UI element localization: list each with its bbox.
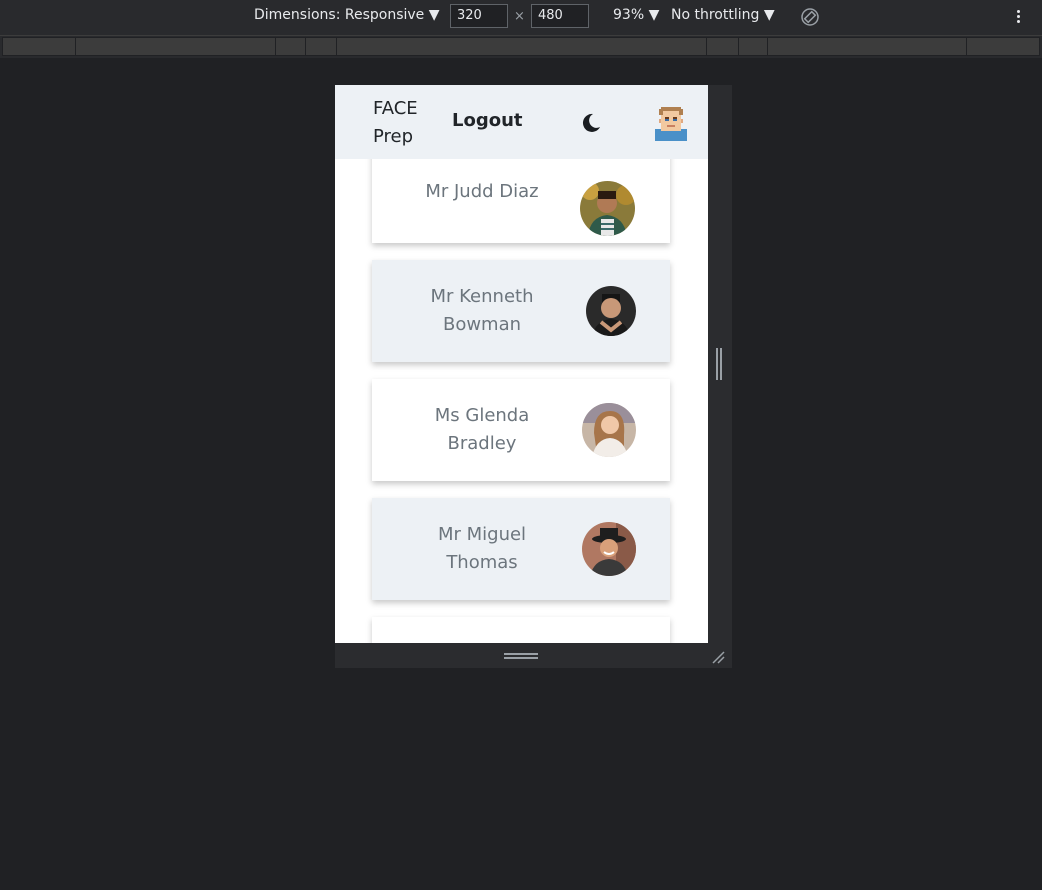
devtools-device-toolbar: Dimensions: Responsive ▼ 320 × 480 93% ▼… [0, 0, 1042, 36]
ruler-segment[interactable] [305, 37, 337, 56]
brand-line-1: FACE [373, 98, 418, 119]
dimensions-dropdown[interactable]: Dimensions: Responsive ▼ [254, 7, 440, 23]
user-name: Mr Kenneth Bowman [430, 286, 534, 335]
list-item[interactable]: Mr Miguel Thomas [372, 498, 670, 600]
rotate-icon[interactable] [800, 7, 820, 27]
width-input[interactable]: 320 [450, 4, 508, 28]
ruler-segment[interactable] [738, 37, 768, 56]
device-resize-handle-right[interactable] [708, 85, 732, 643]
brand-line-2: Prep [373, 126, 414, 147]
resize-corner-icon[interactable] [710, 649, 726, 665]
profile-photo[interactable] [586, 286, 636, 336]
profile-photo[interactable] [582, 403, 636, 457]
list-item[interactable] [372, 617, 670, 643]
throttling-dropdown[interactable]: No throttling ▼ [671, 7, 775, 23]
zoom-dropdown[interactable]: 93% ▼ [613, 7, 659, 23]
ruler-segment[interactable] [75, 37, 276, 56]
profile-photo[interactable] [582, 522, 636, 576]
ruler-segment[interactable] [966, 37, 1040, 56]
app-navbar: FACE Prep Logout [335, 85, 708, 159]
list-item[interactable]: Mr Kenneth Bowman [372, 260, 670, 362]
list-item[interactable]: Ms Glenda Bradley [372, 379, 670, 481]
ruler-segment[interactable] [275, 37, 306, 56]
logout-link[interactable]: Logout [452, 110, 523, 131]
user-name: Mr Miguel Thomas [437, 524, 527, 573]
ruler-segment[interactable] [2, 37, 76, 56]
more-vert-icon[interactable] [1012, 8, 1024, 28]
dimension-separator: × [514, 9, 525, 24]
ruler-segment[interactable] [336, 37, 707, 56]
grip-icon [716, 348, 722, 380]
height-input[interactable]: 480 [531, 4, 589, 28]
ruler-segment[interactable] [767, 37, 967, 56]
grip-icon [504, 653, 538, 659]
user-list: Mr Judd Diaz Mr Kenneth Bowman Ms Glenda… [372, 141, 670, 643]
brand-logo[interactable]: FACE Prep [373, 95, 418, 151]
media-query-ruler [0, 36, 1042, 58]
profile-photo[interactable] [580, 181, 635, 236]
pixel-avatar-icon[interactable] [655, 105, 687, 141]
moon-icon[interactable] [580, 112, 602, 134]
ruler-segment[interactable] [706, 37, 739, 56]
device-viewport: FACE Prep Logout Mr Judd Diaz Mr Kenneth… [335, 85, 708, 643]
device-resize-handle-bottom[interactable] [335, 643, 732, 668]
user-name: Ms Glenda Bradley [434, 405, 530, 454]
